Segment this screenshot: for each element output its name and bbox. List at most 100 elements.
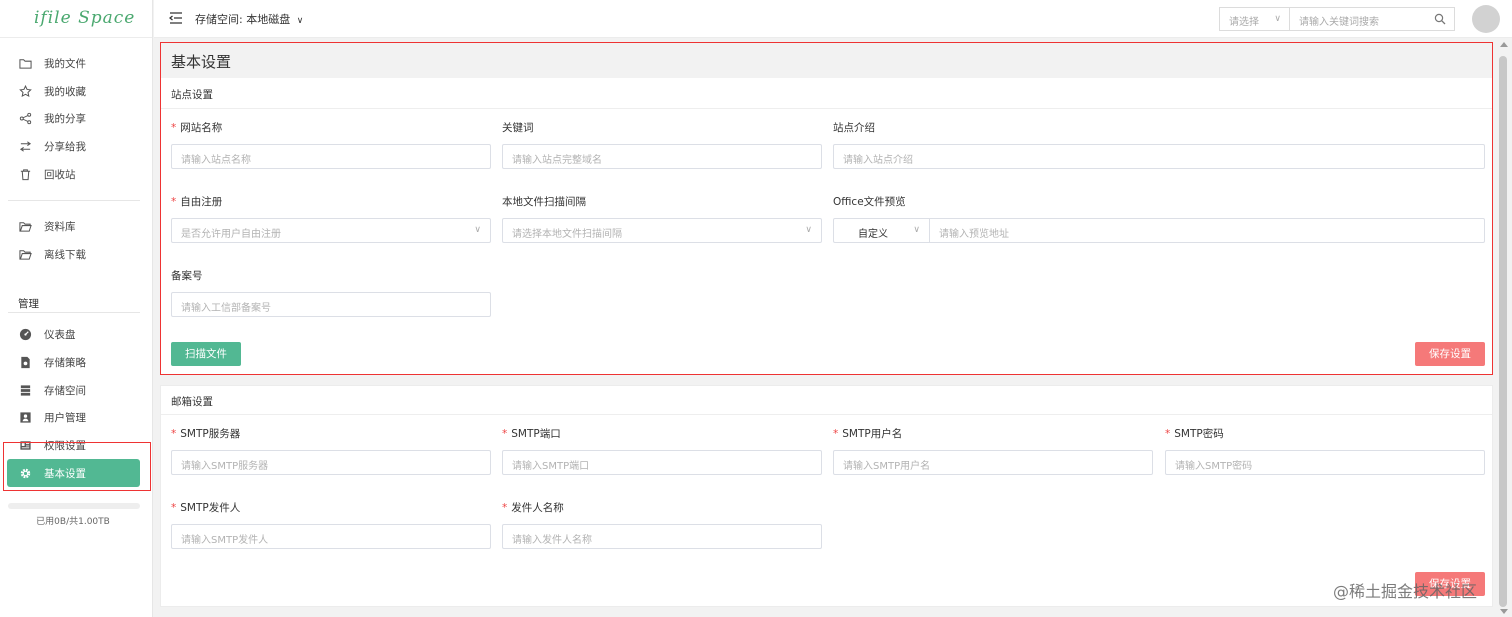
scan-interval-field: 本地文件扫描间隔 请选择本地文件扫描间隔 ∨ [502,194,822,243]
icp-input[interactable]: 请输入工信部备案号 [171,292,491,317]
smtp-password-field: * SMTP密码 请输入SMTP密码 [1165,426,1485,475]
storage-selector[interactable]: 存储空间: 本地磁盘 ∨ [195,11,303,27]
sidebar-item-label: 权限设置 [44,439,86,452]
sidebar-item-offline-download[interactable]: 离线下载 [0,241,152,269]
mail-settings-card: 邮箱设置 * SMTP服务器 请输入SMTP服务器 * SMTP端口 请输入SMTP… [160,385,1493,607]
required-mark: * [833,428,839,440]
smtp-port-input[interactable]: 请输入SMTP端口 [502,450,822,475]
chevron-down-icon: ∨ [474,225,481,235]
required-mark: * [502,502,508,514]
smtp-port-field: * SMTP端口 请输入SMTP端口 [502,426,822,475]
smtp-server-label: SMTP服务器 [180,428,241,440]
sidebar-item-label: 分享给我 [44,141,86,154]
office-mode-select[interactable]: 自定义 ∨ [834,219,930,242]
site-intro-label: 站点介绍 [833,122,875,134]
trash-icon [20,169,31,180]
sidebar-item-label: 我的收藏 [44,85,86,98]
sidebar-item-permissions[interactable]: 权限设置 [0,432,152,460]
sidebar-item-my-shares[interactable]: 我的分享 [0,105,152,133]
scan-interval-placeholder: 请选择本地文件扫描间隔 [512,229,622,240]
sidebar-item-favorites[interactable]: 我的收藏 [0,78,152,106]
sidebar-manage-group: 仪表盘 存储策略 存储空间 用户管理 权限设置 基本设置 [0,321,152,488]
smtp-server-input[interactable]: 请输入SMTP服务器 [171,450,491,475]
sidebar-files-group: 我的文件 我的收藏 我的分享 分享给我 回收站 [0,38,152,188]
smtp-port-label: SMTP端口 [511,428,561,440]
dashboard-icon [19,329,32,341]
sidebar-item-shared-with-me[interactable]: 分享给我 [0,133,152,161]
watermark: @稀土掘金技术社区 [1333,582,1478,601]
smtp-sender-input[interactable]: 请输入SMTP发件人 [171,524,491,549]
basic-settings-card: 基本设置 站点设置 * 网站名称 请输入站点名称 关键词 请输入站点完整域名 站点… [160,42,1493,375]
chevron-down-icon: ∨ [1274,14,1281,24]
icp-label: 备案号 [171,270,203,282]
sidebar-item-recycle-bin[interactable]: 回收站 [0,160,152,188]
office-mode-value: 自定义 [858,229,888,240]
smtp-sender-label: SMTP发件人 [180,502,241,514]
site-intro-field: 站点介绍 请输入站点介绍 [833,120,1485,169]
gear-icon [20,468,31,478]
smtp-user-field: * SMTP用户名 请输入SMTP用户名 [833,426,1153,475]
menu-collapse-icon[interactable] [169,12,183,24]
smtp-user-label: SMTP用户名 [842,428,903,440]
required-mark: * [502,428,508,440]
sidebar-item-user-management[interactable]: 用户管理 [0,404,152,432]
avatar[interactable] [1472,5,1500,33]
scroll-down-arrow-icon[interactable] [1500,609,1508,614]
section-title-mail: 邮箱设置 [161,386,1492,415]
required-mark: * [171,122,177,134]
storage-icon [20,385,31,396]
register-select[interactable]: 是否允许用户自由注册 ∨ [171,218,491,243]
folder-open-icon [19,222,32,232]
storage-value: 本地磁盘 [246,13,291,26]
keywords-field: 关键词 请输入站点完整域名 [502,120,822,169]
sidebar-library-group: 资料库 离线下载 [0,201,152,268]
sidebar-item-storage-space[interactable]: 存储空间 [0,376,152,404]
save-settings-button[interactable]: 保存设置 [1415,342,1485,366]
required-mark: * [171,502,177,514]
office-preview-url-input[interactable]: 请输入预览地址 [930,219,1484,242]
top-bar: 存储空间: 本地磁盘 ∨ 请选择 ∨ 请输入关键词搜索 [154,0,1512,38]
register-field: * 自由注册 是否允许用户自由注册 ∨ [171,194,491,243]
sidebar-item-label: 基本设置 [44,467,86,480]
sidebar-item-basic-settings[interactable]: 基本设置 [7,459,140,488]
sidebar-item-library[interactable]: 资料库 [0,213,152,241]
smtp-password-label: SMTP密码 [1174,428,1224,440]
site-name-input[interactable]: 请输入站点名称 [171,144,491,169]
search-input[interactable]: 请输入关键词搜索 [1289,7,1455,31]
sender-name-input[interactable]: 请输入发件人名称 [502,524,822,549]
scroll-up-arrow-icon[interactable] [1500,42,1508,47]
scan-files-button[interactable]: 扫描文件 [171,342,241,366]
folder-open-icon [19,250,32,260]
search-scope-placeholder: 请选择 [1229,17,1259,28]
permission-icon [20,441,31,450]
scrollbar-thumb[interactable] [1499,56,1507,607]
sender-name-label: 发件人名称 [511,502,564,514]
sidebar-item-label: 离线下载 [44,248,86,261]
smtp-password-input[interactable]: 请输入SMTP密码 [1165,450,1485,475]
register-placeholder: 是否允许用户自由注册 [181,229,281,240]
search-icon[interactable] [1434,13,1446,25]
sidebar-item-label: 资料库 [44,221,76,234]
sidebar-item-dashboard[interactable]: 仪表盘 [0,321,152,349]
scan-interval-label: 本地文件扫描间隔 [502,196,586,208]
shared-with-me-icon [19,141,32,152]
office-preview-field: Office文件预览 自定义 ∨ 请输入预览地址 [833,194,1485,243]
chevron-down-icon: ∨ [913,225,920,235]
sidebar-item-my-files[interactable]: 我的文件 [0,50,152,78]
sidebar-item-label: 仪表盘 [44,329,76,342]
keywords-input[interactable]: 请输入站点完整域名 [502,144,822,169]
sidebar-item-label: 回收站 [44,168,76,181]
icp-field: 备案号 请输入工信部备案号 [171,268,491,317]
smtp-user-input[interactable]: 请输入SMTP用户名 [833,450,1153,475]
required-mark: * [171,428,177,440]
search-scope-select[interactable]: 请选择 ∨ [1219,7,1289,31]
smtp-sender-field: * SMTP发件人 请输入SMTP发件人 [171,500,491,549]
scan-interval-select[interactable]: 请选择本地文件扫描间隔 ∨ [502,218,822,243]
page-title: 基本设置 [161,43,1492,78]
office-preview-label: Office文件预览 [833,196,906,208]
site-intro-input[interactable]: 请输入站点介绍 [833,144,1485,169]
site-name-field: * 网站名称 请输入站点名称 [171,120,491,169]
policy-icon [21,356,30,369]
sidebar-item-storage-policy[interactable]: 存储策略 [0,349,152,377]
app-logo[interactable]: ifile Space [0,0,152,38]
